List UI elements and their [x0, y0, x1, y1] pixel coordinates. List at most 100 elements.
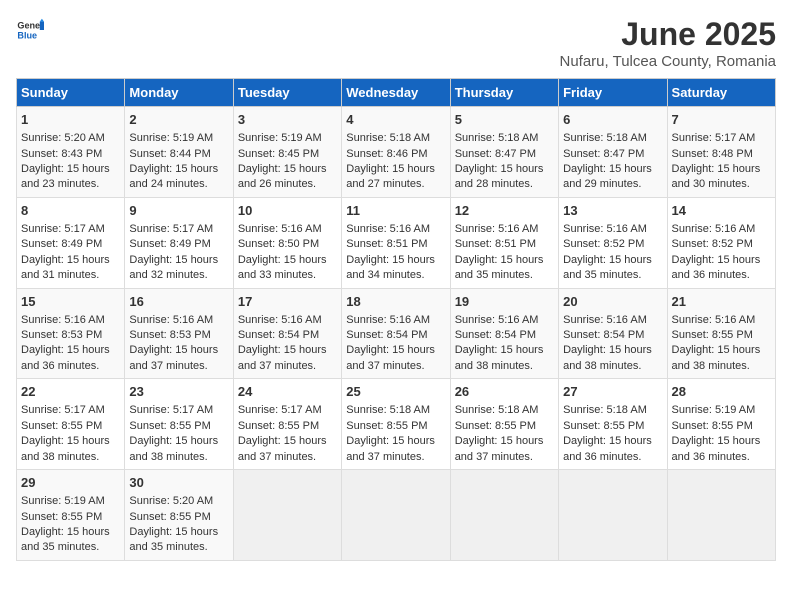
day-number: 22	[21, 383, 120, 401]
calendar-day-header: Saturday	[667, 79, 775, 107]
calendar-week-row: 15 Sunrise: 5:16 AM Sunset: 8:53 PM Dayli…	[17, 288, 776, 379]
day-info: Sunrise: 5:16 AM Sunset: 8:53 PM Dayligh…	[21, 314, 110, 372]
calendar-cell: 12 Sunrise: 5:16 AM Sunset: 8:51 PM Dayli…	[450, 197, 558, 288]
calendar-week-row: 8Sunrise: 5:17 AM Sunset: 8:49 PM Daylig…	[17, 197, 776, 288]
calendar-day-header: Tuesday	[233, 79, 341, 107]
calendar-cell: 10 Sunrise: 5:16 AM Sunset: 8:50 PM Dayli…	[233, 197, 341, 288]
day-info: Sunrise: 5:20 AM Sunset: 8:43 PM Dayligh…	[21, 132, 110, 190]
day-number: 4	[346, 111, 445, 129]
calendar-cell: 3Sunrise: 5:19 AM Sunset: 8:45 PM Daylig…	[233, 107, 341, 198]
calendar-cell: 2 Sunrise: 5:19 AM Sunset: 8:44 PM Daylig…	[125, 107, 233, 198]
logo-icon: General Blue	[16, 16, 44, 44]
day-number: 5	[455, 111, 554, 129]
day-info: Sunrise: 5:17 AM Sunset: 8:55 PM Dayligh…	[21, 404, 110, 462]
day-info: Sunrise: 5:17 AM Sunset: 8:49 PM Dayligh…	[21, 223, 110, 281]
calendar-cell: 30Sunrise: 5:20 AM Sunset: 8:55 PM Dayli…	[125, 470, 233, 561]
day-info: Sunrise: 5:16 AM Sunset: 8:53 PM Dayligh…	[129, 314, 218, 372]
day-info: Sunrise: 5:16 AM Sunset: 8:54 PM Dayligh…	[563, 314, 652, 372]
calendar-cell: 14Sunrise: 5:16 AM Sunset: 8:52 PM Dayli…	[667, 197, 775, 288]
calendar-cell: 9Sunrise: 5:17 AM Sunset: 8:49 PM Daylig…	[125, 197, 233, 288]
calendar-day-header: Sunday	[17, 79, 125, 107]
day-number: 6	[563, 111, 662, 129]
day-number: 11	[346, 202, 445, 220]
day-number: 28	[672, 383, 771, 401]
calendar-week-row: 29 Sunrise: 5:19 AM Sunset: 8:55 PM Dayli…	[17, 470, 776, 561]
calendar-cell: 20 Sunrise: 5:16 AM Sunset: 8:54 PM Dayli…	[559, 288, 667, 379]
day-number: 15	[21, 293, 120, 311]
day-number: 30	[129, 474, 228, 492]
day-number: 24	[238, 383, 337, 401]
calendar-cell: 29 Sunrise: 5:19 AM Sunset: 8:55 PM Dayli…	[17, 470, 125, 561]
day-number: 2	[129, 111, 228, 129]
day-number: 13	[563, 202, 662, 220]
calendar-cell	[559, 470, 667, 561]
day-info: Sunrise: 5:18 AM Sunset: 8:47 PM Dayligh…	[455, 132, 544, 190]
calendar-cell: 23 Sunrise: 5:17 AM Sunset: 8:55 PM Dayli…	[125, 379, 233, 470]
day-info: Sunrise: 5:19 AM Sunset: 8:55 PM Dayligh…	[672, 404, 761, 462]
calendar-cell: 26Sunrise: 5:18 AM Sunset: 8:55 PM Dayli…	[450, 379, 558, 470]
calendar-day-header: Friday	[559, 79, 667, 107]
day-info: Sunrise: 5:16 AM Sunset: 8:51 PM Dayligh…	[346, 223, 435, 281]
calendar-cell: 28 Sunrise: 5:19 AM Sunset: 8:55 PM Dayli…	[667, 379, 775, 470]
calendar-cell: 15 Sunrise: 5:16 AM Sunset: 8:53 PM Dayli…	[17, 288, 125, 379]
day-info: Sunrise: 5:18 AM Sunset: 8:47 PM Dayligh…	[563, 132, 652, 190]
calendar-cell: 19 Sunrise: 5:16 AM Sunset: 8:54 PM Dayli…	[450, 288, 558, 379]
svg-text:Blue: Blue	[17, 30, 37, 40]
day-number: 10	[238, 202, 337, 220]
calendar-cell: 17Sunrise: 5:16 AM Sunset: 8:54 PM Dayli…	[233, 288, 341, 379]
day-info: Sunrise: 5:16 AM Sunset: 8:52 PM Dayligh…	[563, 223, 652, 281]
calendar-cell: 21 Sunrise: 5:16 AM Sunset: 8:55 PM Dayli…	[667, 288, 775, 379]
calendar-cell: 4 Sunrise: 5:18 AM Sunset: 8:46 PM Daylig…	[342, 107, 450, 198]
day-number: 16	[129, 293, 228, 311]
header: General Blue June 2025 Nufaru, Tulcea Co…	[16, 16, 776, 70]
calendar-header-row: SundayMondayTuesdayWednesdayThursdayFrid…	[17, 79, 776, 107]
calendar-week-row: 22 Sunrise: 5:17 AM Sunset: 8:55 PM Dayli…	[17, 379, 776, 470]
day-number: 18	[346, 293, 445, 311]
calendar-cell: 25Sunrise: 5:18 AM Sunset: 8:55 PM Dayli…	[342, 379, 450, 470]
day-number: 7	[672, 111, 771, 129]
day-info: Sunrise: 5:17 AM Sunset: 8:48 PM Dayligh…	[672, 132, 761, 190]
day-info: Sunrise: 5:16 AM Sunset: 8:55 PM Dayligh…	[672, 314, 761, 372]
day-number: 9	[129, 202, 228, 220]
calendar-cell: 8Sunrise: 5:17 AM Sunset: 8:49 PM Daylig…	[17, 197, 125, 288]
day-number: 19	[455, 293, 554, 311]
day-number: 23	[129, 383, 228, 401]
calendar-day-header: Monday	[125, 79, 233, 107]
day-number: 14	[672, 202, 771, 220]
day-number: 25	[346, 383, 445, 401]
day-info: Sunrise: 5:18 AM Sunset: 8:55 PM Dayligh…	[563, 404, 652, 462]
calendar-week-row: 1Sunrise: 5:20 AM Sunset: 8:43 PM Daylig…	[17, 107, 776, 198]
sub-title: Nufaru, Tulcea County, Romania	[560, 53, 777, 70]
day-info: Sunrise: 5:16 AM Sunset: 8:54 PM Dayligh…	[346, 314, 435, 372]
calendar-cell: 13 Sunrise: 5:16 AM Sunset: 8:52 PM Dayli…	[559, 197, 667, 288]
calendar-cell	[342, 470, 450, 561]
day-number: 3	[238, 111, 337, 129]
title-area: June 2025 Nufaru, Tulcea County, Romania	[560, 16, 777, 70]
calendar-cell	[450, 470, 558, 561]
day-info: Sunrise: 5:18 AM Sunset: 8:46 PM Dayligh…	[346, 132, 435, 190]
day-number: 21	[672, 293, 771, 311]
day-info: Sunrise: 5:17 AM Sunset: 8:55 PM Dayligh…	[129, 404, 218, 462]
calendar-cell: 24 Sunrise: 5:17 AM Sunset: 8:55 PM Dayli…	[233, 379, 341, 470]
day-number: 29	[21, 474, 120, 492]
day-info: Sunrise: 5:16 AM Sunset: 8:54 PM Dayligh…	[455, 314, 544, 372]
day-number: 20	[563, 293, 662, 311]
calendar-body: 1Sunrise: 5:20 AM Sunset: 8:43 PM Daylig…	[17, 107, 776, 561]
calendar-day-header: Thursday	[450, 79, 558, 107]
calendar-cell: 22 Sunrise: 5:17 AM Sunset: 8:55 PM Dayli…	[17, 379, 125, 470]
day-number: 12	[455, 202, 554, 220]
calendar-day-header: Wednesday	[342, 79, 450, 107]
day-info: Sunrise: 5:19 AM Sunset: 8:55 PM Dayligh…	[21, 495, 110, 553]
day-info: Sunrise: 5:16 AM Sunset: 8:50 PM Dayligh…	[238, 223, 327, 281]
calendar-cell	[233, 470, 341, 561]
logo: General Blue	[16, 16, 44, 44]
calendar-cell: 6 Sunrise: 5:18 AM Sunset: 8:47 PM Daylig…	[559, 107, 667, 198]
calendar-cell: 7 Sunrise: 5:17 AM Sunset: 8:48 PM Daylig…	[667, 107, 775, 198]
day-info: Sunrise: 5:19 AM Sunset: 8:44 PM Dayligh…	[129, 132, 218, 190]
day-info: Sunrise: 5:16 AM Sunset: 8:51 PM Dayligh…	[455, 223, 544, 281]
calendar-cell: 27Sunrise: 5:18 AM Sunset: 8:55 PM Dayli…	[559, 379, 667, 470]
calendar-cell: 16 Sunrise: 5:16 AM Sunset: 8:53 PM Dayli…	[125, 288, 233, 379]
main-title: June 2025	[560, 16, 777, 53]
calendar-cell: 18 Sunrise: 5:16 AM Sunset: 8:54 PM Dayli…	[342, 288, 450, 379]
day-info: Sunrise: 5:17 AM Sunset: 8:55 PM Dayligh…	[238, 404, 327, 462]
